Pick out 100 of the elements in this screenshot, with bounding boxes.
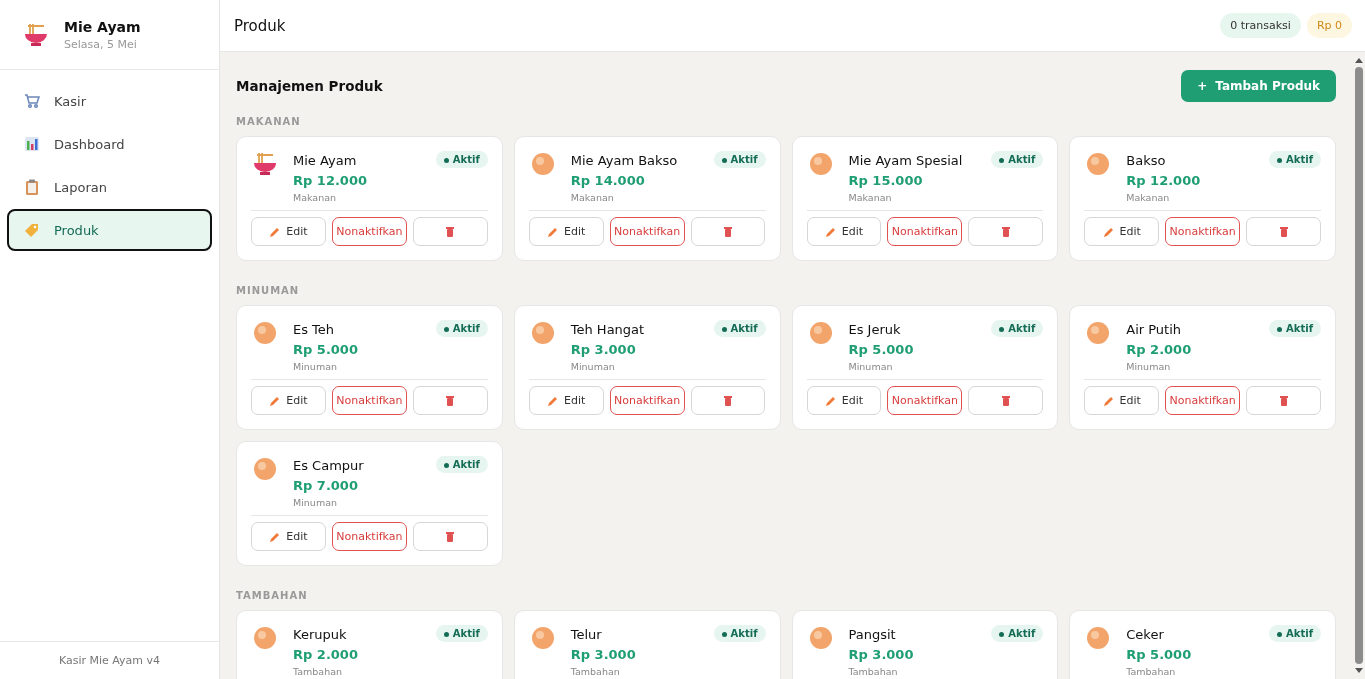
trash-icon [1279,395,1288,406]
edit-button[interactable]: Edit [251,386,326,415]
clipboard-icon [24,179,40,195]
transaction-count-pill: 0 transaksi [1220,13,1301,38]
product-category: Makanan [1126,192,1171,203]
status-badge: Aktif [1269,151,1321,168]
deactivate-button[interactable]: Nonaktifkan [887,386,963,415]
status-badge: Aktif [991,151,1044,168]
product-price: Rp 3.000 [570,647,637,662]
product-name: Es Campur [293,458,365,473]
category-heading: MAKANAN [236,116,302,127]
nav-item[interactable]: Produk [7,209,212,251]
product-price: Rp 14.000 [570,173,646,188]
product-category: Makanan [570,192,615,203]
deactivate-button[interactable]: Nonaktifkan [887,217,963,246]
product-name: Telur [570,627,603,642]
scroll-up-icon[interactable] [1354,58,1363,63]
product-name: Air Putih [1126,322,1183,337]
pencil-icon [547,225,560,238]
product-category: Minuman [848,361,894,372]
trash-icon [446,531,455,542]
page-header-title: Produk [234,16,286,35]
noodle-bowl-icon [251,150,279,178]
product-price: Rp 7.000 [293,478,359,493]
pencil-icon [824,225,837,238]
product-name: Teh Hangat [570,322,646,337]
food-icon [251,455,279,483]
deactivate-button[interactable]: Nonaktifkan [1165,386,1241,415]
edit-button[interactable]: Edit [1084,217,1160,246]
product-category: Tambahan [293,666,344,677]
pencil-icon [269,394,282,407]
trash-icon [446,226,455,237]
trash-icon [724,226,733,237]
product-category: Tambahan [848,666,899,677]
deactivate-button[interactable]: Nonaktifkan [331,386,407,415]
delete-button[interactable] [690,386,766,415]
product-category: Minuman [293,361,338,372]
product-category: Tambahan [1126,666,1177,677]
delete-button[interactable] [690,217,766,246]
deactivate-button[interactable]: Nonaktifkan [1165,217,1241,246]
delete-button[interactable] [1246,386,1321,415]
trash-icon [724,395,733,406]
status-badge: Aktif [991,320,1044,337]
total-pill: Rp 0 [1306,13,1352,38]
product-price: Rp 3.000 [848,647,915,662]
pencil-icon [1102,394,1115,407]
status-badge: Aktif [713,625,766,642]
delete-button[interactable] [412,522,488,551]
section-heading: Manajemen Produk [236,78,383,94]
delete-button[interactable] [968,217,1044,246]
status-badge: Aktif [435,151,488,168]
product-category: Tambahan [570,666,621,677]
trash-icon [1001,226,1010,237]
edit-button[interactable]: Edit [251,217,326,246]
edit-button[interactable]: Edit [528,217,604,246]
status-badge: Aktif [1269,320,1321,337]
product-name: Es Teh [293,322,336,337]
app-version: Kasir Mie Ayam v4 [0,641,219,679]
scrollbar-thumb[interactable] [1354,67,1363,664]
delete-button[interactable] [1246,217,1321,246]
edit-button[interactable]: Edit [528,386,604,415]
pencil-icon [269,225,282,238]
food-icon [251,624,279,652]
edit-button[interactable]: Edit [1084,386,1160,415]
scroll-down-icon[interactable] [1354,668,1363,673]
product-price: Rp 5.000 [293,342,359,357]
deactivate-button[interactable]: Nonaktifkan [331,217,407,246]
product-name: Ceker [1126,627,1165,642]
status-badge: Aktif [435,625,488,642]
deactivate-button[interactable]: Nonaktifkan [609,217,685,246]
delete-button[interactable] [412,386,488,415]
product-name: Mie Ayam Spesial [848,153,964,168]
product-price: Rp 12.000 [293,173,368,188]
nav-item[interactable]: Dashboard [7,123,212,165]
delete-button[interactable] [968,386,1044,415]
status-badge: Aktif [435,320,488,337]
brand-title: Mie Ayam [64,18,141,35]
food-icon [251,319,279,347]
nav-item[interactable]: Laporan [7,166,212,208]
category-heading: MINUMAN [236,285,301,296]
product-price: Rp 5.000 [1126,647,1193,662]
cart-icon [24,93,40,109]
deactivate-button[interactable]: Nonaktifkan [609,386,685,415]
edit-button[interactable]: Edit [806,217,882,246]
edit-button[interactable]: Edit [251,522,326,551]
deactivate-button[interactable]: Nonaktifkan [331,522,407,551]
delete-button[interactable] [412,217,488,246]
pencil-icon [1102,225,1115,238]
product-name: Es Jeruk [848,322,902,337]
product-name: Pangsit [848,627,897,642]
product-price: Rp 5.000 [848,342,915,357]
status-badge: Aktif [713,320,766,337]
product-price: Rp 2.000 [1126,342,1193,357]
product-name: Kerupuk [293,627,348,642]
edit-button[interactable]: Edit [806,386,882,415]
nav-item[interactable]: Kasir [7,80,212,122]
product-category: Minuman [1126,361,1172,372]
status-badge: Aktif [1269,625,1321,642]
status-badge: Aktif [435,456,488,473]
product-name: Mie Ayam Bakso [570,153,679,168]
